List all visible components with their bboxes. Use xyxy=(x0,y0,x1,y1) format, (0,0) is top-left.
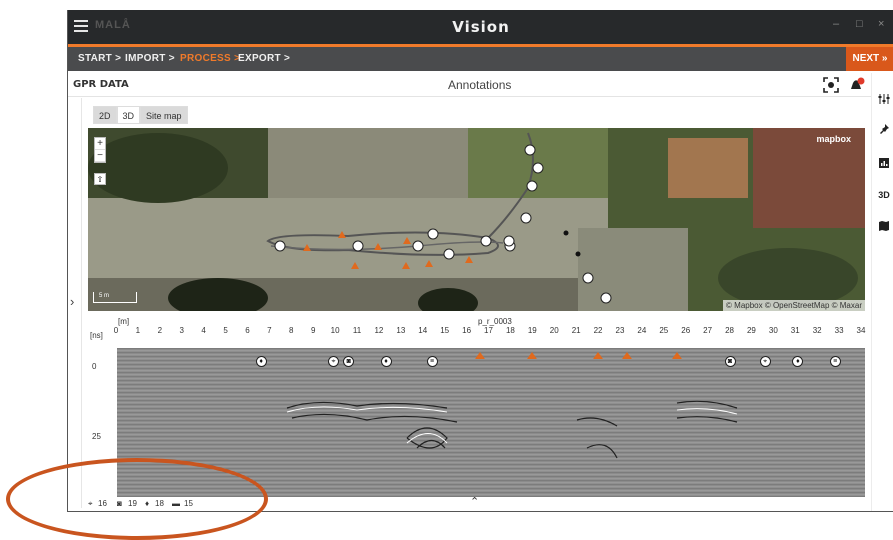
satellite-map[interactable]: + − ⇧ mapbox 5 m © Mapbox © OpenStreetMa… xyxy=(88,128,865,311)
profile-name: p_r_0003 xyxy=(478,317,512,326)
app-window: MALÅ Vision – □ × START > IMPORT > PROCE… xyxy=(67,10,893,512)
x-tick-label: 9 xyxy=(310,326,316,335)
x-tick-label: 18 xyxy=(505,326,515,335)
x-tick-label: 30 xyxy=(768,326,778,335)
mapbox-logo: mapbox xyxy=(816,134,851,144)
x-tick-label: 31 xyxy=(790,326,800,335)
panel-header: GPR DATA Annotations xyxy=(68,73,893,97)
app-title: Vision xyxy=(452,18,510,36)
notification-icon[interactable] xyxy=(848,77,866,98)
left-panel-toggle[interactable]: › xyxy=(68,98,82,508)
next-button[interactable]: NEXT » xyxy=(846,47,893,71)
x-tick-label: 21 xyxy=(571,326,581,335)
x-tick-label: 34 xyxy=(856,326,866,335)
x-tick-label: 3 xyxy=(179,326,184,335)
compass-button[interactable]: ⇧ xyxy=(94,173,106,185)
step-start[interactable]: START > xyxy=(78,53,121,64)
x-tick-label: 5 xyxy=(223,326,228,335)
map-scale: 5 m xyxy=(93,292,137,303)
target-annotation-icon[interactable]: ⌖ xyxy=(759,356,771,367)
x-tick-label: 12 xyxy=(374,326,384,335)
x-tick-label: 16 xyxy=(462,326,472,335)
gps-annotation-icon[interactable]: ♦ xyxy=(255,356,267,367)
x-tick-label: 2 xyxy=(157,326,163,335)
view-2d-tab[interactable]: 2D xyxy=(93,106,117,124)
step-process[interactable]: PROCESS > xyxy=(180,53,240,64)
y-unit-label: [ns] xyxy=(90,331,103,340)
marker-triangle-icon[interactable] xyxy=(671,352,682,359)
workflow-stepbar: START > IMPORT > PROCESS > EXPORT > NEXT… xyxy=(68,47,893,71)
x-tick-label: 14 xyxy=(418,326,428,335)
y-tick-0: 0 xyxy=(92,362,97,371)
x-tick-label: 7 xyxy=(267,326,272,335)
chart-icon[interactable] xyxy=(877,157,891,171)
title-bar: MALÅ Vision – □ × xyxy=(68,10,893,44)
x-tick-label: 23 xyxy=(615,326,625,335)
x-unit-label: [m] xyxy=(118,317,130,326)
marker-triangle-icon[interactable] xyxy=(474,352,485,359)
x-tick-label: 19 xyxy=(527,326,537,335)
y-tick-25: 25 xyxy=(92,432,101,441)
map-icon[interactable] xyxy=(877,220,891,234)
x-tick-label: 33 xyxy=(834,326,844,335)
step-export[interactable]: EXPORT > xyxy=(238,53,290,64)
equalizer-icon[interactable] xyxy=(877,93,891,107)
highlight-circle-annotation xyxy=(6,458,268,540)
marker-triangle-icon[interactable] xyxy=(527,352,538,359)
x-tick-label: 11 xyxy=(352,326,362,335)
x-tick-label: 13 xyxy=(396,326,406,335)
x-tick-label: 1 xyxy=(135,326,141,335)
target-annotation-icon[interactable]: ⌖ xyxy=(327,356,339,367)
x-tick-label: 26 xyxy=(681,326,691,335)
marker-triangle-icon[interactable] xyxy=(593,352,604,359)
site-map-tab[interactable]: Site map xyxy=(140,106,188,124)
x-tick-label: 17 xyxy=(484,326,493,335)
section-title: Annotations xyxy=(448,78,512,92)
zoom-controls: + − xyxy=(94,137,106,163)
x-tick-label: 22 xyxy=(593,326,603,335)
close-button[interactable]: × xyxy=(878,18,884,30)
zoom-out-button[interactable]: − xyxy=(95,150,105,162)
view-toggle: 2D 3D Site map xyxy=(93,106,188,124)
step-import[interactable]: IMPORT > xyxy=(125,53,175,64)
view-3d-button[interactable]: 3D xyxy=(877,190,891,204)
gps-annotation-icon[interactable]: ♦ xyxy=(380,356,392,367)
screenshot-stage: MALÅ Vision – □ × START > IMPORT > PROCE… xyxy=(0,0,893,540)
x-tick-label: 25 xyxy=(659,326,669,335)
marker-triangle-icon[interactable] xyxy=(621,352,632,359)
x-tick-label: 27 xyxy=(703,326,713,335)
x-tick-label: 8 xyxy=(289,326,294,335)
x-tick-label: 6 xyxy=(245,326,250,335)
chevron-right-icon[interactable]: › xyxy=(70,294,74,309)
view-3d-tab[interactable]: 3D xyxy=(116,106,141,124)
x-tick-label: 32 xyxy=(812,326,822,335)
right-toolbar: 3D xyxy=(871,73,893,511)
x-tick-label: 29 xyxy=(746,326,756,335)
map-imagery xyxy=(88,128,865,311)
zoom-in-button[interactable]: + xyxy=(95,138,105,150)
screenshot-icon[interactable] xyxy=(823,77,839,98)
camera-annotation-icon[interactable]: ◙ xyxy=(724,356,736,367)
maximize-button[interactable]: □ xyxy=(856,18,863,30)
x-tick-label: 0 xyxy=(113,326,119,335)
gpr-data-label: GPR DATA xyxy=(73,79,129,90)
minimize-button[interactable]: – xyxy=(833,18,839,30)
x-tick-label: 4 xyxy=(201,326,206,335)
x-tick-label: 20 xyxy=(549,326,559,335)
map-attribution[interactable]: © Mapbox © OpenStreetMap © Maxar xyxy=(723,300,865,311)
note-annotation-icon[interactable]: ≡ xyxy=(426,356,438,367)
chevron-up-icon[interactable]: ⌃ xyxy=(470,495,479,508)
x-tick-label: 28 xyxy=(725,326,734,335)
note-annotation-icon[interactable]: ≡ xyxy=(829,356,841,367)
x-tick-label: 24 xyxy=(637,326,647,335)
pin-icon[interactable] xyxy=(877,123,891,137)
x-tick-label: 15 xyxy=(440,326,450,335)
x-tick-label: 10 xyxy=(330,326,340,335)
